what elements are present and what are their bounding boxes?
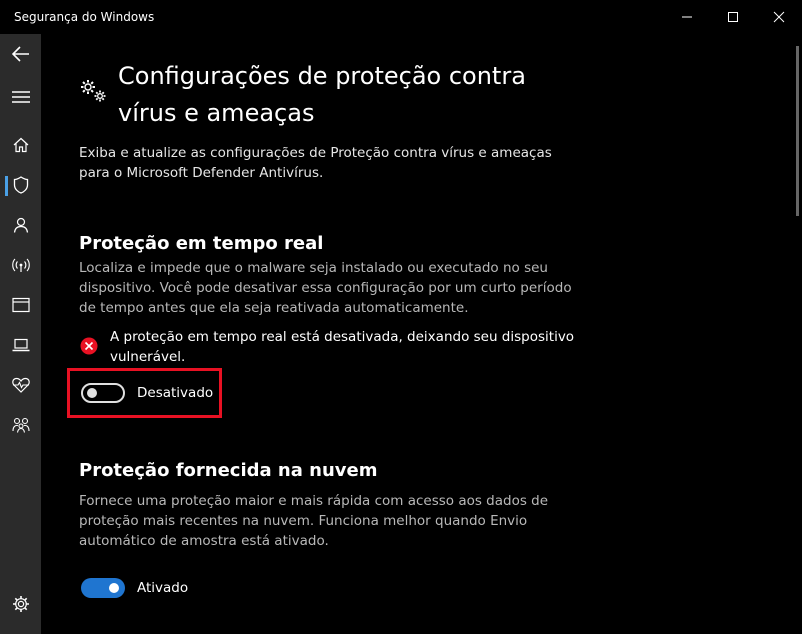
toggle-knob — [87, 388, 97, 398]
nav-firewall[interactable] — [0, 245, 41, 285]
wireless-icon — [11, 258, 30, 272]
navigation-sidebar — [0, 34, 41, 634]
window-title: Segurança do Windows — [14, 10, 155, 24]
settings-gear-icon — [12, 596, 29, 612]
realtime-protection-description: Localiza e impede que o malware seja ins… — [79, 260, 572, 316]
realtime-warning-text: A proteção em tempo real está desativada… — [110, 329, 575, 365]
title-bar: Segurança do Windows — [0, 0, 802, 34]
app-browser-icon — [11, 297, 30, 313]
back-button[interactable] — [0, 34, 41, 74]
cloud-protection-description: Fornece uma proteção maior e mais rápida… — [79, 493, 549, 549]
menu-button[interactable] — [0, 77, 41, 117]
realtime-protection-title: Proteção em tempo real — [79, 233, 324, 254]
maximize-button[interactable] — [710, 0, 756, 34]
scrollbar-thumb[interactable] — [796, 46, 799, 216]
error-icon — [80, 337, 98, 355]
hamburger-menu-icon — [11, 91, 30, 103]
cloud-protection-toggle[interactable] — [81, 578, 125, 598]
nav-family-options[interactable] — [0, 405, 41, 445]
back-arrow-icon — [11, 46, 29, 62]
cloud-protection-title: Proteção fornecida na nuvem — [79, 460, 378, 481]
nav-device-security[interactable] — [0, 325, 41, 365]
minimize-icon — [682, 16, 692, 18]
page-description: Exiba e atualize as configurações de Pro… — [79, 145, 552, 181]
close-icon — [773, 11, 785, 23]
nav-device-health[interactable] — [0, 365, 41, 405]
minimize-button[interactable] — [664, 0, 710, 34]
close-button[interactable] — [756, 0, 802, 34]
person-icon — [13, 217, 28, 233]
heart-pulse-icon — [11, 377, 30, 393]
nav-account-protection[interactable] — [0, 205, 41, 245]
maximize-icon — [728, 12, 738, 22]
shield-icon — [13, 176, 28, 194]
gears-icon — [81, 80, 106, 102]
scrollbar[interactable] — [796, 34, 801, 634]
family-icon — [11, 417, 30, 433]
realtime-protection-toggle[interactable] — [81, 383, 125, 403]
home-icon — [13, 137, 28, 153]
laptop-icon — [12, 338, 29, 352]
nav-settings[interactable] — [0, 584, 41, 624]
nav-virus-protection[interactable] — [0, 165, 41, 205]
cloud-toggle-label: Ativado — [137, 580, 189, 596]
nav-home[interactable] — [0, 125, 41, 165]
page-title: Configurações de proteção contra vírus e… — [118, 62, 526, 127]
realtime-toggle-label: Desativado — [137, 385, 214, 401]
toggle-knob — [109, 583, 119, 593]
nav-app-browser-control[interactable] — [0, 285, 41, 325]
